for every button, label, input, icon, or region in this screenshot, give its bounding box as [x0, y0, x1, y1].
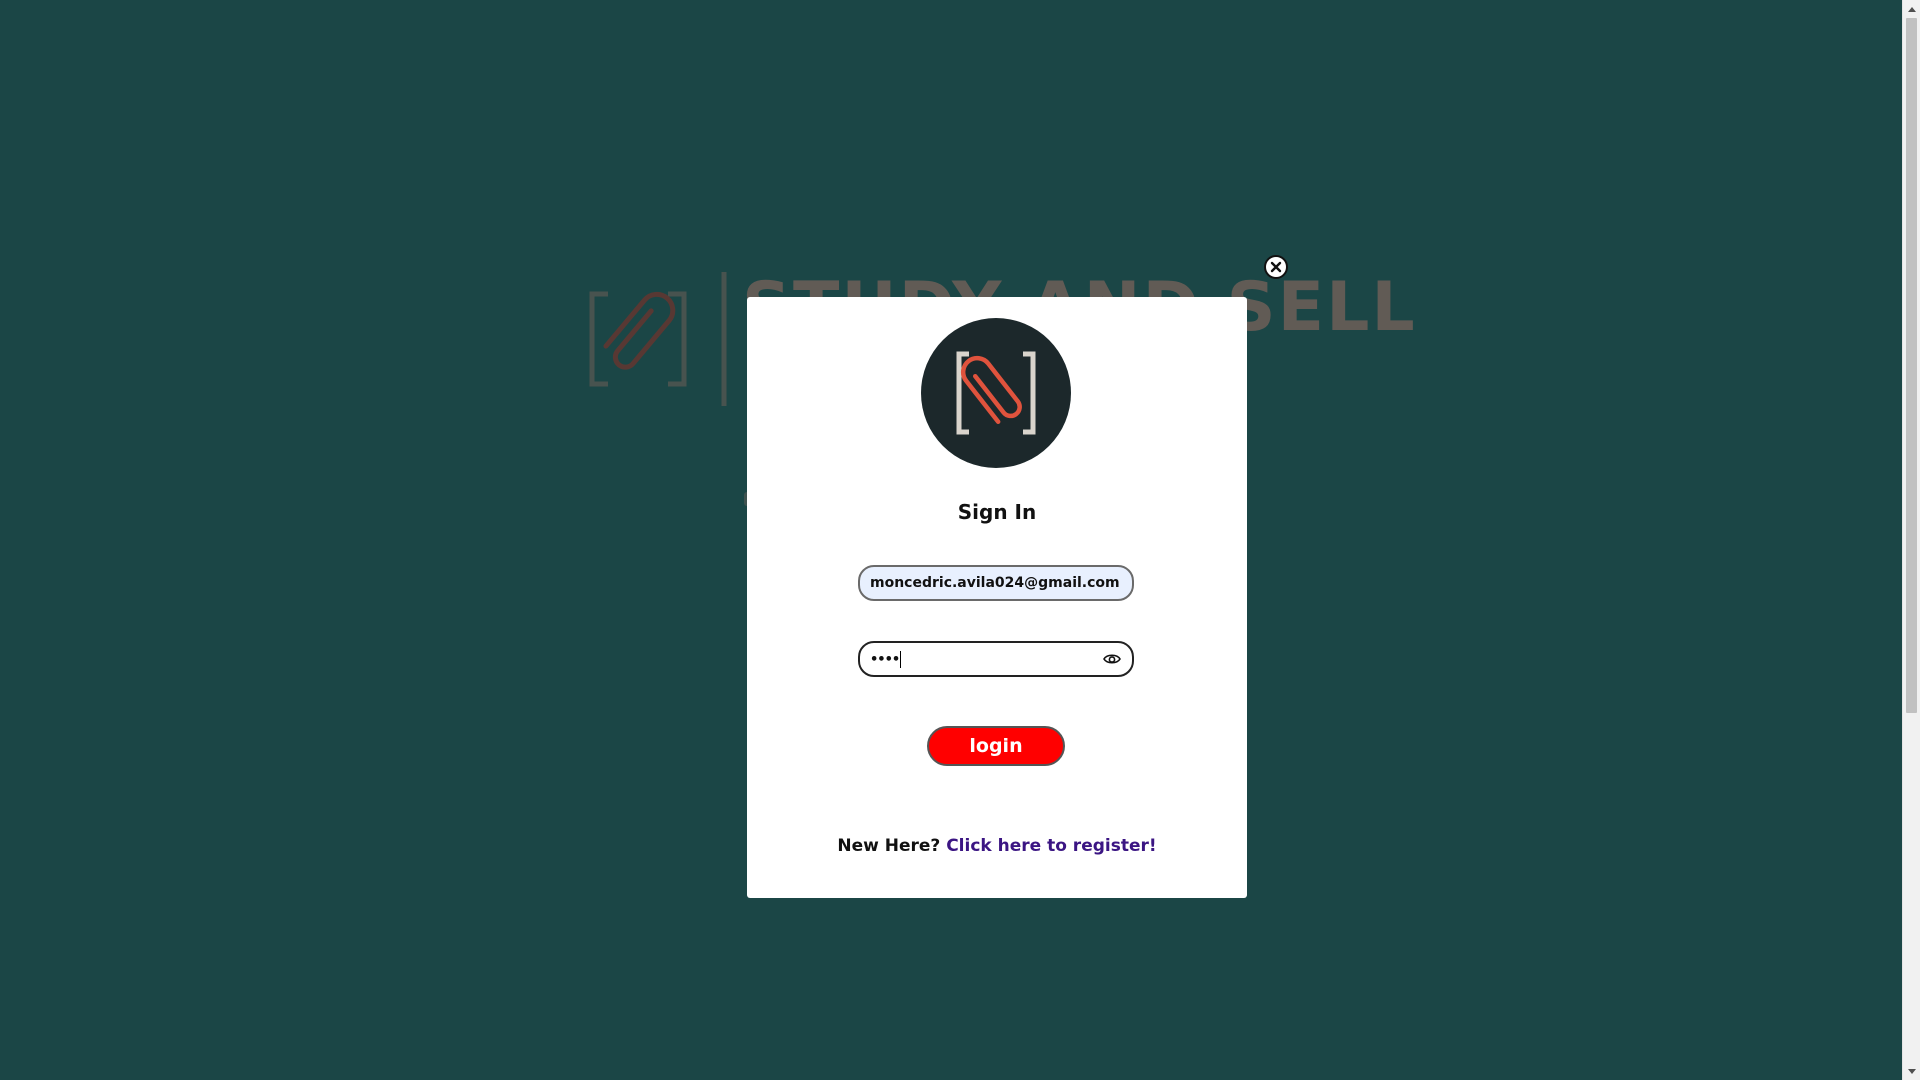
text-caret	[900, 650, 902, 668]
scroll-down-arrow-icon[interactable]	[1903, 1063, 1920, 1080]
login-button[interactable]: login	[927, 726, 1065, 766]
logo-avatar	[921, 318, 1071, 468]
sign-in-modal: Sign In moncedric.avila024@gmail.com •••…	[747, 297, 1247, 898]
register-prompt-row: New Here? Click here to register!	[747, 836, 1247, 856]
password-value-wrap: ••••	[870, 650, 902, 668]
register-prompt: New Here?	[837, 836, 941, 856]
sign-in-title: Sign In	[957, 500, 1037, 524]
password-value: ••••	[870, 652, 900, 667]
eye-icon[interactable]	[1102, 649, 1122, 669]
paperclip-logo-icon	[956, 351, 1036, 435]
password-field[interactable]: ••••	[858, 641, 1134, 677]
email-value: moncedric.avila024@gmail.com	[870, 575, 1120, 591]
vertical-scrollbar[interactable]	[1902, 0, 1920, 1080]
scroll-up-arrow-icon[interactable]	[1903, 0, 1920, 17]
email-field[interactable]: moncedric.avila024@gmail.com	[858, 565, 1134, 601]
close-icon[interactable]	[1264, 255, 1288, 279]
register-link[interactable]: Click here to register!	[946, 836, 1156, 856]
scrollbar-thumb[interactable]	[1906, 18, 1917, 713]
